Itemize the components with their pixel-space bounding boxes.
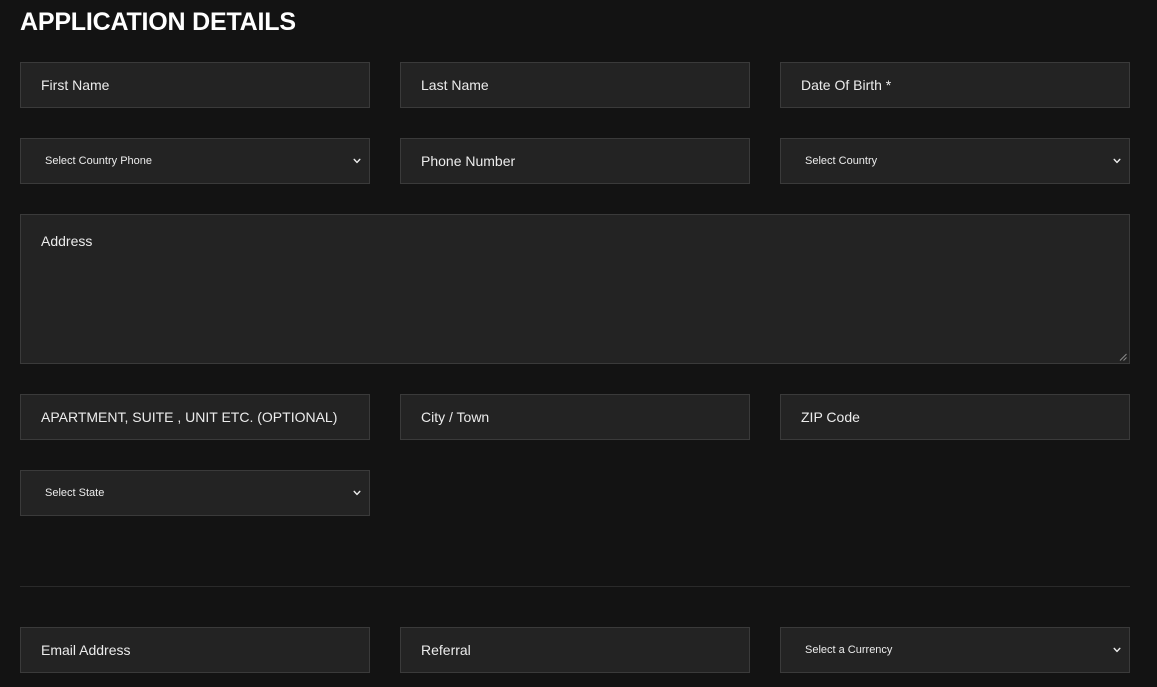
- country-phone-select[interactable]: Select Country Phone: [21, 139, 369, 183]
- email-input[interactable]: [21, 628, 369, 672]
- page-title: APPLICATION DETAILS: [20, 8, 296, 36]
- apartment-input[interactable]: [21, 395, 369, 439]
- address-textarea[interactable]: [21, 215, 1129, 363]
- city-field: [400, 394, 750, 440]
- country-field: Select Country: [780, 138, 1130, 184]
- address-field: [20, 214, 1130, 364]
- last-name-field: [400, 62, 750, 108]
- email-field: [20, 627, 370, 673]
- state-field: Select State: [20, 470, 370, 516]
- zip-field: [780, 394, 1130, 440]
- phone-number-field: [400, 138, 750, 184]
- zip-input[interactable]: [781, 395, 1129, 439]
- currency-field: Select a Currency: [780, 627, 1130, 673]
- section-divider: [20, 586, 1130, 587]
- currency-select[interactable]: Select a Currency: [781, 628, 1129, 672]
- first-name-input[interactable]: [21, 63, 369, 107]
- country-select[interactable]: Select Country: [781, 139, 1129, 183]
- last-name-input[interactable]: [401, 63, 749, 107]
- state-select[interactable]: Select State: [21, 471, 369, 515]
- city-input[interactable]: [401, 395, 749, 439]
- application-form: APPLICATION DETAILS Select Country Phone…: [0, 0, 1157, 687]
- country-phone-field: Select Country Phone: [20, 138, 370, 184]
- date-of-birth-field: [780, 62, 1130, 108]
- phone-number-input[interactable]: [401, 139, 749, 183]
- date-of-birth-input[interactable]: [781, 63, 1129, 107]
- referral-input[interactable]: [401, 628, 749, 672]
- first-name-field: [20, 62, 370, 108]
- apartment-field: [20, 394, 370, 440]
- referral-field: [400, 627, 750, 673]
